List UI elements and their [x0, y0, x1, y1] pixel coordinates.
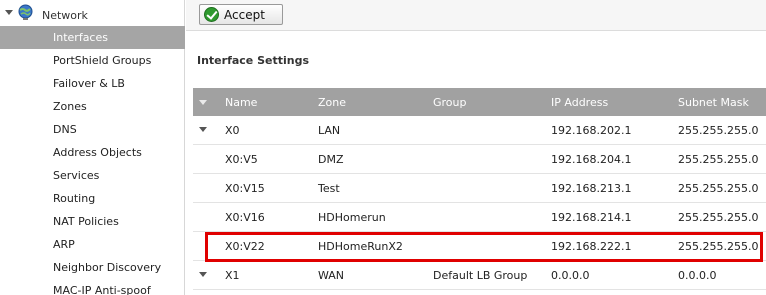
- expand-all-icon[interactable]: [199, 100, 207, 105]
- cell-group: Default LB Group: [433, 269, 528, 282]
- cell-name: X0:V15: [225, 182, 265, 195]
- cell-ip-address: 192.168.213.1: [551, 182, 632, 195]
- cell-subnet-mask: 255.255.255.0: [678, 124, 759, 137]
- sidebar-nav: Interfaces PortShield Groups Failover & …: [0, 26, 185, 295]
- cell-name: X0:V5: [225, 153, 258, 166]
- cell-name: X0:V22: [225, 240, 265, 253]
- cell-name: X0: [225, 124, 240, 137]
- network-section-header[interactable]: Network: [0, 4, 185, 26]
- cell-name: X0:V16: [225, 211, 265, 224]
- globe-icon: [18, 4, 33, 20]
- cell-ip-address: 0.0.0.0: [551, 269, 590, 282]
- expand-row-icon[interactable]: [199, 272, 207, 277]
- cell-subnet-mask: 255.255.255.0: [678, 153, 759, 166]
- cell-ip-address: 192.168.202.1: [551, 124, 632, 137]
- table-row[interactable]: X0:V5 DMZ 192.168.204.1 255.255.255.0: [193, 145, 766, 174]
- expand-row-icon[interactable]: [199, 127, 207, 132]
- cell-zone: HDHomeRunX2: [318, 240, 403, 253]
- cell-zone: Test: [318, 182, 340, 195]
- column-header-ip-address[interactable]: IP Address: [551, 96, 608, 109]
- collapse-arrow-icon[interactable]: [5, 10, 13, 15]
- cell-zone: HDHomerun: [318, 211, 386, 224]
- accept-button[interactable]: Accept: [199, 4, 283, 25]
- sidebar-item-portshield-groups[interactable]: PortShield Groups: [0, 49, 185, 72]
- cell-zone: WAN: [318, 269, 345, 282]
- cell-subnet-mask: 255.255.255.0: [678, 182, 759, 195]
- toolbar: Accept: [186, 0, 766, 31]
- sidebar-item-dns[interactable]: DNS: [0, 118, 185, 141]
- sidebar-item-arp[interactable]: ARP: [0, 233, 185, 256]
- column-header-group[interactable]: Group: [433, 96, 467, 109]
- network-label: Network: [42, 9, 88, 22]
- interface-table: Name Zone Group IP Address Subnet Mask X…: [193, 88, 766, 290]
- accept-button-label: Accept: [224, 7, 265, 22]
- cell-ip-address: 192.168.222.1: [551, 240, 632, 253]
- check-circle-icon: [204, 7, 219, 22]
- cell-ip-address: 192.168.204.1: [551, 153, 632, 166]
- cell-name: X1: [225, 269, 240, 282]
- sidebar-item-zones[interactable]: Zones: [0, 95, 185, 118]
- table-row[interactable]: X0 LAN 192.168.202.1 255.255.255.0: [193, 116, 766, 145]
- cell-ip-address: 192.168.214.1: [551, 211, 632, 224]
- column-header-subnet-mask[interactable]: Subnet Mask: [678, 96, 749, 109]
- sidebar-item-address-objects[interactable]: Address Objects: [0, 141, 185, 164]
- cell-subnet-mask: 255.255.255.0: [678, 240, 759, 253]
- sidebar-item-neighbor-discovery[interactable]: Neighbor Discovery: [0, 256, 185, 279]
- table-header: Name Zone Group IP Address Subnet Mask: [193, 88, 766, 116]
- cell-zone: DMZ: [318, 153, 344, 166]
- cell-zone: LAN: [318, 124, 341, 137]
- column-header-name[interactable]: Name: [225, 96, 257, 109]
- column-header-zone[interactable]: Zone: [318, 96, 346, 109]
- sidebar-item-mac-ip-anti-spoof[interactable]: MAC-IP Anti-spoof: [0, 279, 185, 295]
- sidebar: Network Interfaces PortShield Groups Fai…: [0, 0, 185, 295]
- sidebar-item-services[interactable]: Services: [0, 164, 185, 187]
- table-row[interactable]: X0:V15 Test 192.168.213.1 255.255.255.0: [193, 174, 766, 203]
- table-row[interactable]: X0:V16 HDHomerun 192.168.214.1 255.255.2…: [193, 203, 766, 232]
- table-row[interactable]: X1 WAN Default LB Group 0.0.0.0 0.0.0.0: [193, 261, 766, 290]
- sidebar-item-failover-lb[interactable]: Failover & LB: [0, 72, 185, 95]
- cell-subnet-mask: 0.0.0.0: [678, 269, 717, 282]
- section-title: Interface Settings: [197, 54, 310, 67]
- sidebar-item-routing[interactable]: Routing: [0, 187, 185, 210]
- sidebar-item-nat-policies[interactable]: NAT Policies: [0, 210, 185, 233]
- cell-subnet-mask: 255.255.255.0: [678, 211, 759, 224]
- sidebar-item-interfaces[interactable]: Interfaces: [0, 26, 185, 49]
- table-row[interactable]: X0:V22 HDHomeRunX2 192.168.222.1 255.255…: [193, 232, 766, 261]
